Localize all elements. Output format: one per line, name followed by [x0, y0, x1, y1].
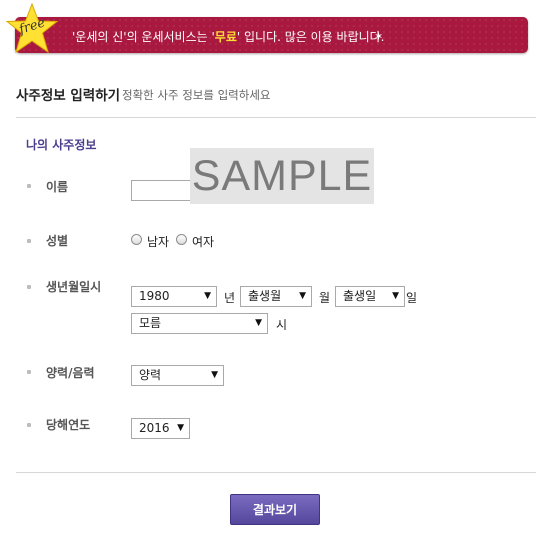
sparkle-icon: ✶	[374, 30, 384, 43]
gender-female-label[interactable]: 여자	[192, 233, 214, 250]
bullet-icon	[27, 285, 31, 289]
birth-day-select[interactable]: 출생일 ▼	[335, 286, 405, 307]
target-year-select[interactable]: 2016 ▼	[131, 418, 190, 439]
show-result-button[interactable]: 결과보기	[230, 494, 320, 525]
dropdown-arrow-icon: ▼	[299, 291, 306, 301]
dropdown-arrow-icon: ▼	[204, 291, 211, 301]
birth-month-select[interactable]: 출생월 ▼	[240, 286, 312, 307]
year-unit: 년	[224, 291, 236, 305]
birth-year-select[interactable]: 1980 ▼	[131, 286, 217, 307]
page-subtitle: 정확한 사주 정보를 입력하세요	[122, 88, 271, 102]
sample-watermark: SAMPLE	[190, 148, 374, 204]
gender-male-radio[interactable]	[131, 234, 142, 245]
bullet-icon	[27, 370, 31, 374]
month-unit: 월	[319, 291, 331, 305]
dropdown-arrow-icon: ▼	[177, 423, 184, 433]
bullet-icon	[27, 423, 31, 427]
dropdown-arrow-icon: ▼	[392, 291, 399, 301]
divider	[16, 117, 536, 118]
page-title: 사주정보 입력하기	[16, 88, 121, 104]
bullet-icon	[27, 184, 31, 188]
gender-male-label[interactable]: 남자	[147, 233, 169, 250]
day-unit: 일	[406, 291, 418, 305]
banner-message: '운세의 신'의 운세서비스는 '무료' 입니다. 많은 이용 바랍니다.	[72, 30, 385, 44]
dropdown-arrow-icon: ▼	[211, 370, 218, 380]
gender-label: 성별	[46, 234, 69, 248]
birth-hour-select[interactable]: 모름 ▼	[131, 313, 268, 334]
dropdown-arrow-icon: ▼	[255, 318, 262, 328]
calendar-label: 양력/음력	[46, 366, 95, 380]
calendar-type-select[interactable]: 양력 ▼	[131, 365, 224, 386]
name-label: 이름	[46, 180, 69, 194]
section-title: 나의 사주정보	[26, 138, 97, 152]
birth-label: 생년월일시	[46, 280, 102, 294]
divider	[16, 472, 536, 473]
bullet-icon	[27, 239, 31, 243]
hour-unit: 시	[276, 318, 288, 332]
target-year-label: 당해연도	[46, 418, 91, 432]
free-highlight: 무료	[214, 30, 237, 44]
gender-female-radio[interactable]	[176, 234, 187, 245]
